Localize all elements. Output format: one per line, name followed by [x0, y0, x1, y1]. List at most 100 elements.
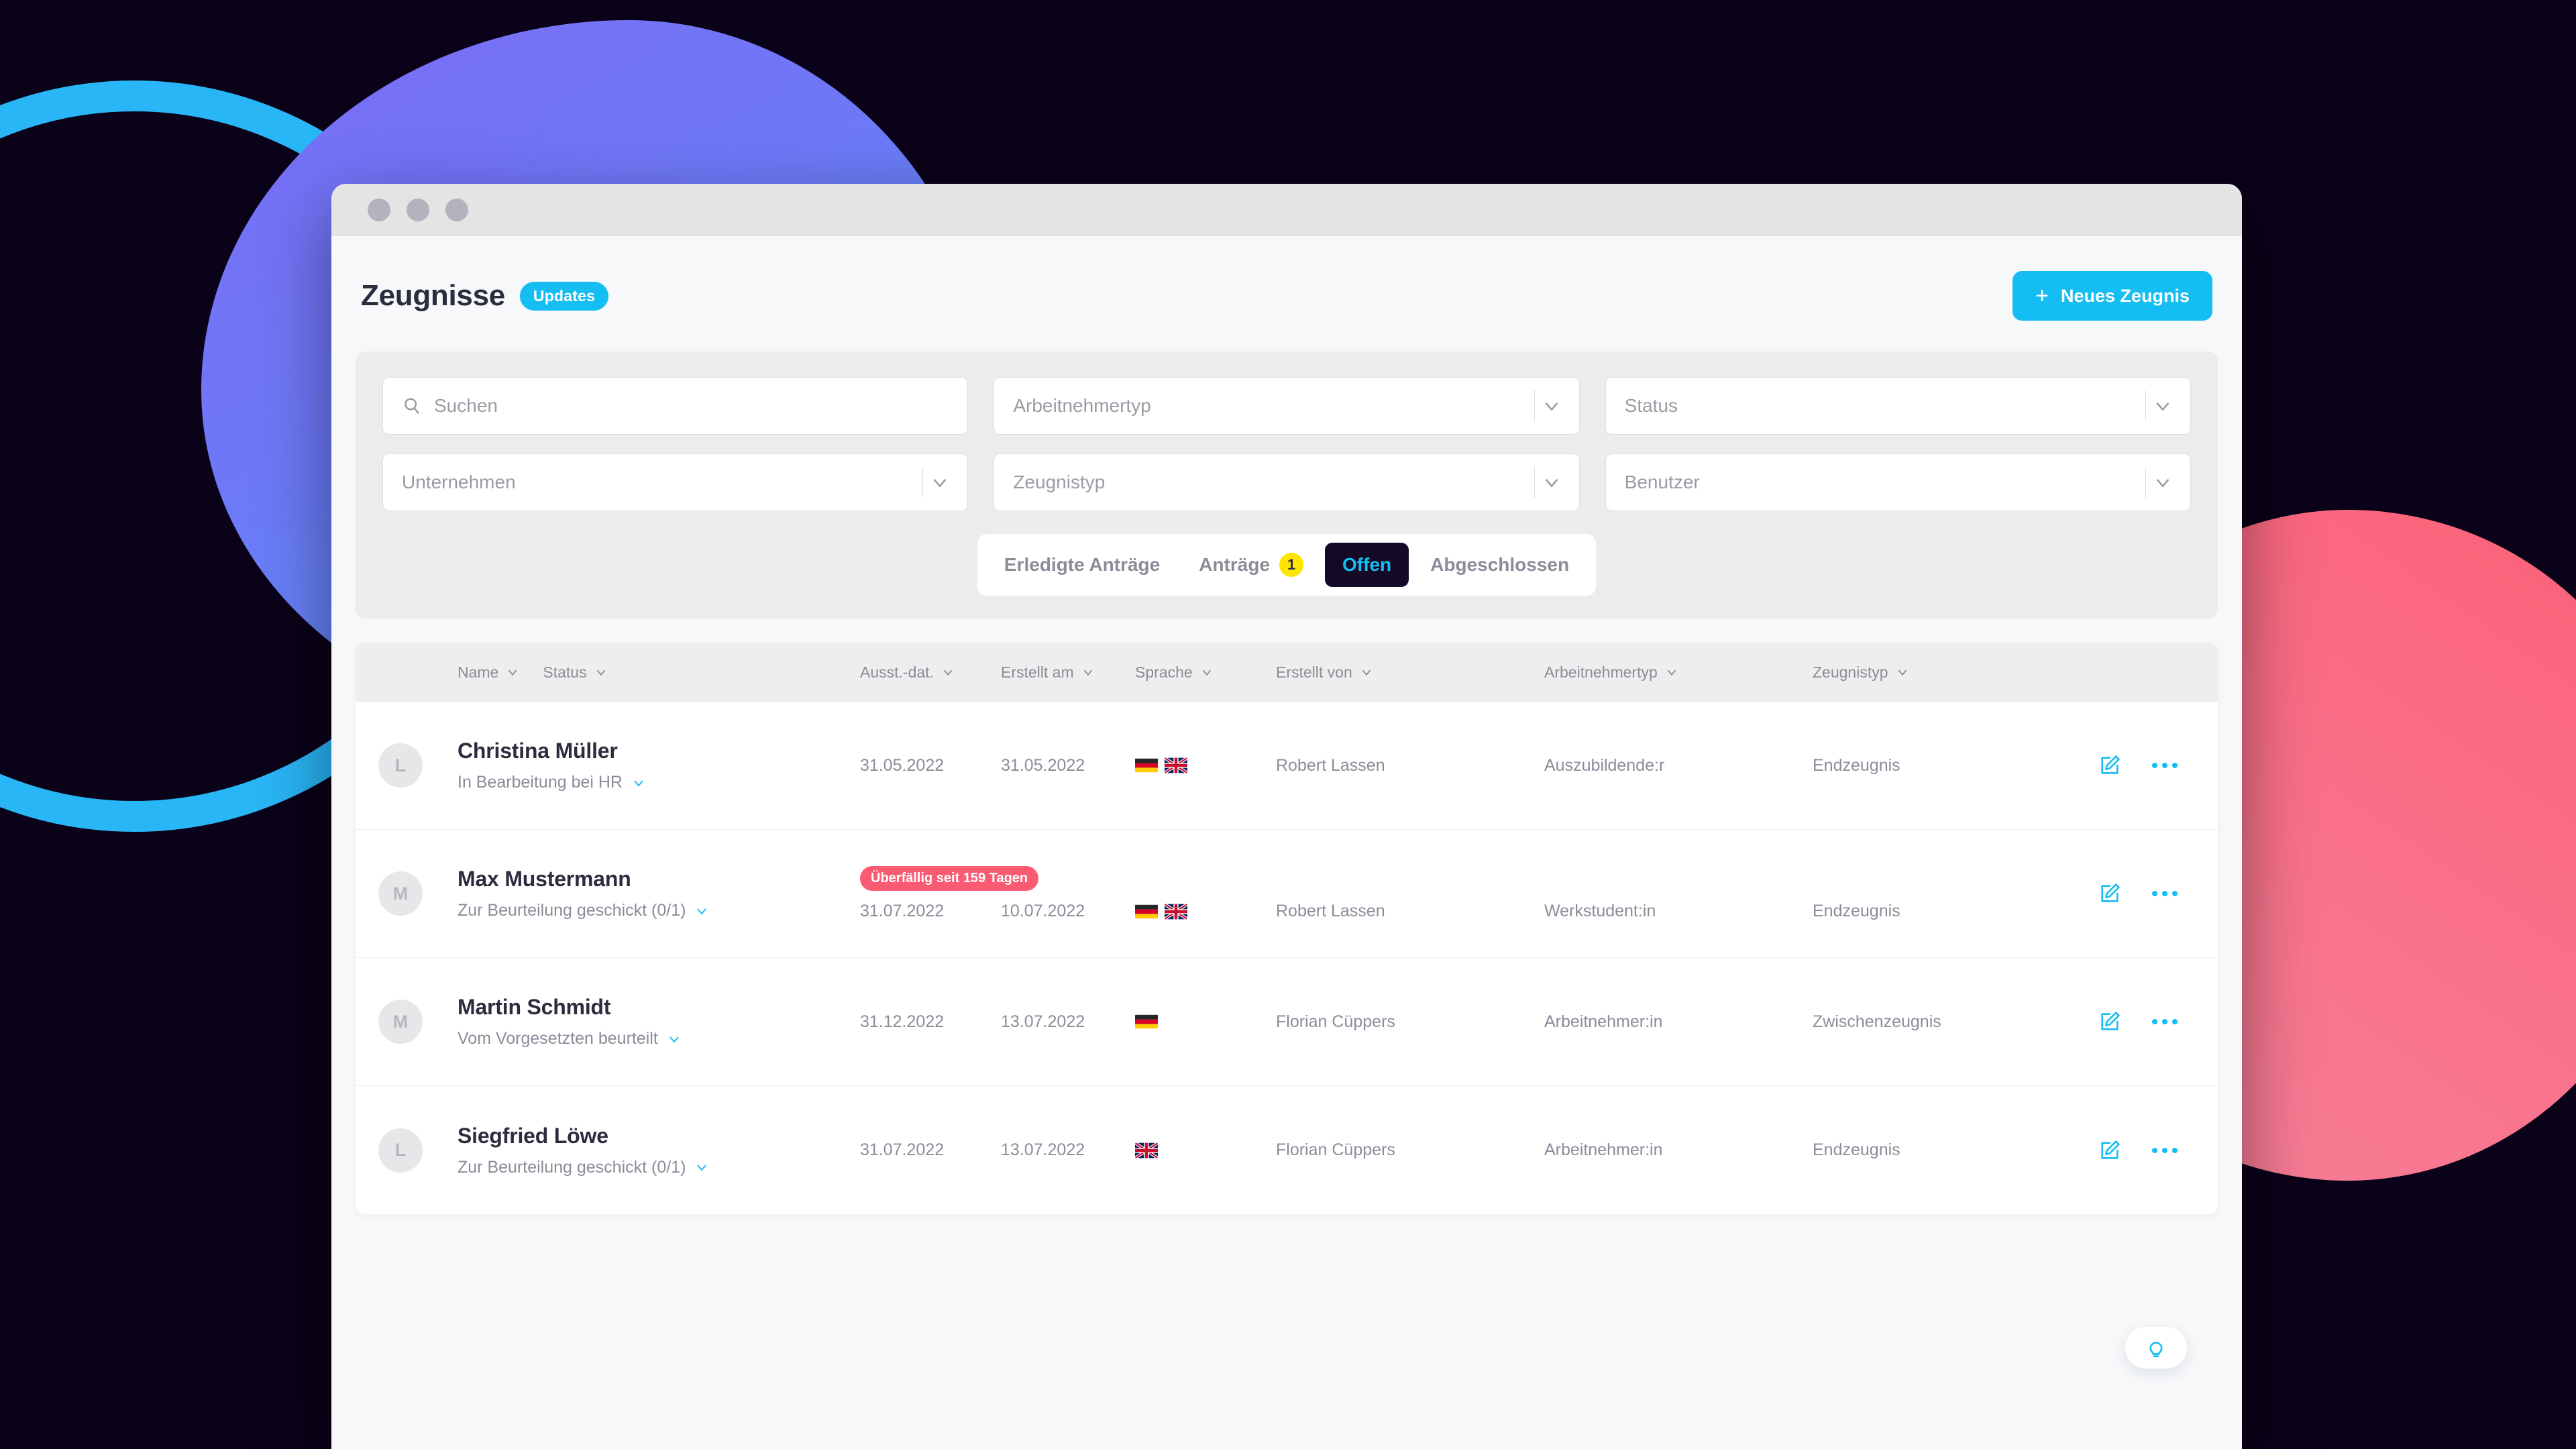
- chevron-down-icon: [1202, 669, 1211, 676]
- arbeitnehmertyp-value: Arbeitnehmer:in: [1544, 1012, 1663, 1031]
- edit-icon[interactable]: [2098, 1139, 2121, 1162]
- tab-antraege[interactable]: Anträge 1: [1181, 541, 1321, 588]
- column-label: Name: [458, 663, 499, 681]
- window-close-dot[interactable]: [368, 199, 390, 221]
- column-header-zeugnistyp[interactable]: Zeugnistyp: [1813, 663, 2081, 682]
- ausstellungsdatum-value: 31.07.2022: [860, 902, 945, 920]
- table-row[interactable]: M Martin Schmidt Vom Vorgesetzten beurteil…: [356, 958, 2218, 1086]
- status-line[interactable]: Vom Vorgesetzten beurteilt: [458, 1029, 860, 1049]
- column-header-status[interactable]: Status: [543, 663, 608, 682]
- ausstellungsdatum-cell: 31.12.2022: [860, 1012, 1001, 1032]
- status-text: Zur Beurteilung geschickt (0/1): [458, 1157, 686, 1177]
- tab-label: Abgeschlossen: [1430, 554, 1570, 575]
- ausstellungsdatum-value: 31.05.2022: [860, 755, 945, 775]
- zeugnistyp-value: Endzeugnis: [1813, 1140, 1900, 1159]
- column-label: Erstellt von: [1276, 663, 1352, 681]
- zeugnistyp-value: Endzeugnis: [1813, 902, 1900, 920]
- status-placeholder: Status: [1624, 395, 1678, 416]
- zeugnistyp-cell: Zwischenzeugnis: [1813, 1012, 2081, 1032]
- arbeitnehmertyp-cell: Arbeitnehmer:in: [1544, 1012, 1813, 1032]
- erstellt-am-cell: 13.07.2022: [1001, 1140, 1135, 1160]
- avatar: M: [378, 871, 423, 916]
- search-icon: [405, 398, 419, 415]
- flag-gb-icon: [1165, 903, 1187, 920]
- tab-erledigte-antraege[interactable]: Erledigte Anträge: [987, 543, 1177, 587]
- column-header-arbeitnehmertyp[interactable]: Arbeitnehmertyp: [1544, 663, 1813, 682]
- row-actions: [2081, 1010, 2195, 1033]
- erstellt-von-value: Robert Lassen: [1276, 902, 1385, 920]
- ausstellungsdatum-value: 31.12.2022: [860, 1012, 945, 1031]
- language-flags: [1135, 757, 1187, 773]
- erstellt-von-cell: Robert Lassen: [1276, 756, 1544, 775]
- field-divider: [2145, 467, 2146, 498]
- column-header-name[interactable]: Name: [458, 663, 520, 682]
- zeugnistyp-value: Zwischenzeugnis: [1813, 1012, 1941, 1031]
- status-select[interactable]: Status: [1605, 377, 2191, 435]
- help-button[interactable]: [2125, 1327, 2187, 1368]
- chevron-down-icon: [2156, 402, 2169, 411]
- new-zeugnis-button[interactable]: + Neues Zeugnis: [2012, 271, 2212, 321]
- app-content: Zeugnisse Updates + Neues Zeugnis Suchen: [331, 236, 2242, 1449]
- edit-icon[interactable]: [2098, 754, 2121, 777]
- benutzer-caret-group: [2145, 454, 2182, 511]
- column-header-ausstellungsdatum[interactable]: Ausst.-dat.: [860, 663, 1001, 682]
- browser-window: Zeugnisse Updates + Neues Zeugnis Suchen: [331, 184, 2242, 1449]
- field-divider: [1534, 467, 1535, 498]
- table-row[interactable]: L Siegfried Löwe Zur Beurteilung geschickt…: [356, 1086, 2218, 1214]
- arbeitnehmertyp-value: Auszubildende:r: [1544, 755, 1665, 775]
- flag-de-icon: [1135, 1014, 1158, 1030]
- chevron-down-icon: [943, 669, 953, 676]
- unternehmen-select[interactable]: Unternehmen: [382, 453, 969, 511]
- chevron-down-icon: [508, 669, 517, 676]
- flag-de-icon: [1135, 757, 1158, 773]
- more-options-icon[interactable]: [2152, 763, 2178, 768]
- language-flags: [1135, 903, 1187, 920]
- more-options-icon[interactable]: [2152, 1147, 2178, 1153]
- zeugnistyp-cell: Endzeugnis: [1813, 1140, 2081, 1160]
- tabs-row: Erledigte Anträge Anträge 1 Offen Abgesc…: [382, 534, 2191, 596]
- edit-icon[interactable]: [2098, 1010, 2121, 1033]
- column-header-erstellt-von[interactable]: Erstellt von: [1276, 663, 1544, 682]
- more-options-icon[interactable]: [2152, 891, 2178, 896]
- arbeitnehmertyp-select[interactable]: Arbeitnehmertyp: [994, 377, 1580, 435]
- chevron-down-icon: [1898, 669, 1907, 676]
- column-header-erstellt-am[interactable]: Erstellt am: [1001, 663, 1135, 682]
- edit-icon[interactable]: [2098, 882, 2121, 905]
- table-row[interactable]: M Max Mustermann Zur Beurteilung geschickt…: [356, 830, 2218, 958]
- status-line[interactable]: Zur Beurteilung geschickt (0/1): [458, 901, 860, 920]
- search-input[interactable]: Suchen: [382, 377, 969, 435]
- name-cell: Max Mustermann Zur Beurteilung geschickt …: [458, 867, 860, 920]
- lightbulb-icon: [2149, 1342, 2163, 1358]
- row-actions: [2081, 1139, 2195, 1162]
- column-header-sprache[interactable]: Sprache: [1135, 663, 1276, 682]
- zeugnistyp-select[interactable]: Zeugnistyp: [994, 453, 1580, 511]
- column-label: Arbeitnehmertyp: [1544, 663, 1658, 681]
- more-options-icon[interactable]: [2152, 1019, 2178, 1024]
- ausstellungsdatum-cell: 31.05.2022: [860, 756, 1001, 775]
- header-name-status-group: Name Status: [458, 663, 860, 682]
- ausstellungsdatum-cell: Überfällig seit 159 Tagen 31.07.2022: [860, 866, 1039, 921]
- status-line[interactable]: In Bearbeitung bei HR: [458, 773, 860, 792]
- chevron-down-icon: [669, 1036, 679, 1043]
- tab-offen[interactable]: Offen: [1325, 543, 1409, 587]
- arbeitnehmertyp-cell: Werkstudent:in: [1544, 866, 1813, 921]
- window-titlebar: [331, 184, 2242, 236]
- language-flags: [1135, 1014, 1158, 1030]
- updates-badge[interactable]: Updates: [519, 281, 609, 311]
- chevron-down-icon: [1545, 402, 1558, 411]
- benutzer-select[interactable]: Benutzer: [1605, 453, 2191, 511]
- tab-abgeschlossen[interactable]: Abgeschlossen: [1413, 543, 1587, 587]
- table-header-row: Name Status Ausst.-dat. Erstellt am Spra…: [356, 643, 2218, 702]
- chevron-down-icon: [1362, 669, 1371, 676]
- erstellt-am-value: 13.07.2022: [1001, 1012, 1085, 1031]
- filter-grid: Suchen Arbeitnehmertyp Status Unternehme…: [382, 377, 2191, 511]
- window-maximize-dot[interactable]: [445, 199, 468, 221]
- field-divider: [2145, 390, 2146, 421]
- status-line[interactable]: Zur Beurteilung geschickt (0/1): [458, 1158, 860, 1177]
- filter-panel: Suchen Arbeitnehmertyp Status Unternehme…: [356, 352, 2218, 619]
- zeugnistyp-caret-group: [1534, 454, 1571, 511]
- chevron-down-icon: [1083, 669, 1092, 676]
- flag-gb-icon: [1165, 757, 1187, 773]
- table-row[interactable]: L Christina Müller In Bearbeitung bei HR 31…: [356, 702, 2218, 830]
- window-minimize-dot[interactable]: [407, 199, 429, 221]
